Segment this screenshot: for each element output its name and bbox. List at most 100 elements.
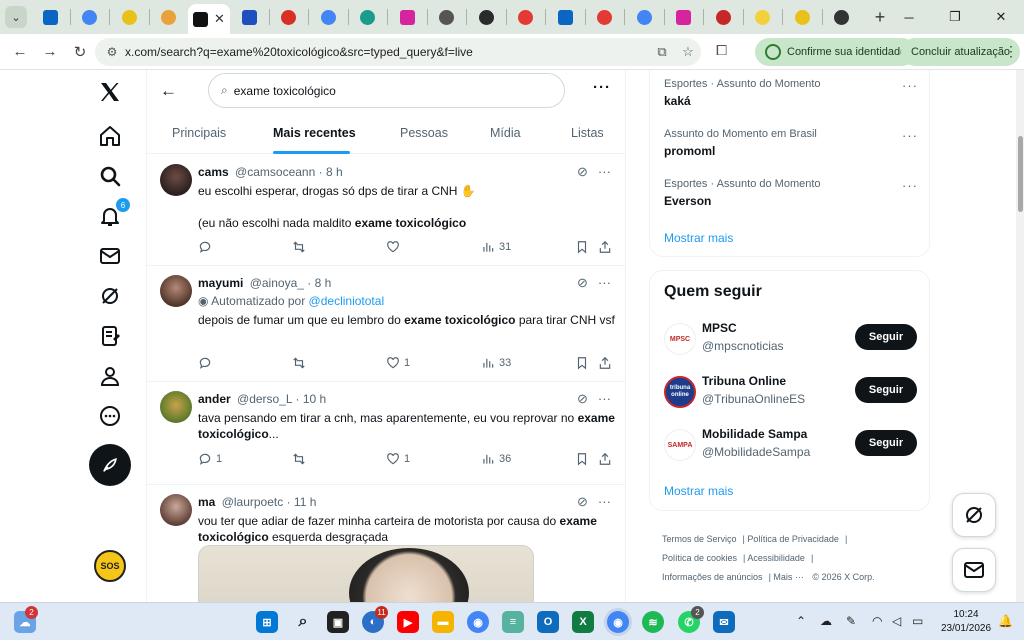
- bookmark-button[interactable]: [575, 452, 589, 466]
- author-handle[interactable]: @laurpoetc: [222, 495, 284, 509]
- tab-principais[interactable]: Principais: [172, 126, 226, 140]
- close-tab-icon[interactable]: ✕: [214, 11, 225, 27]
- post-more-icon[interactable]: ···: [598, 275, 611, 291]
- site-info-icon[interactable]: ⚙: [99, 45, 125, 59]
- mail-icon[interactable]: ✉: [713, 611, 735, 633]
- post-time[interactable]: · 11 h: [287, 495, 317, 509]
- grok-explain-icon[interactable]: ⊘: [577, 164, 588, 180]
- browser-tab[interactable]: [783, 0, 822, 34]
- browser-tab[interactable]: [150, 0, 189, 34]
- chrome-icon[interactable]: ◉: [467, 611, 489, 633]
- browser-tab[interactable]: [744, 0, 783, 34]
- messages-float-button[interactable]: [952, 548, 996, 592]
- views-button[interactable]: 31: [481, 240, 511, 254]
- show-hidden-icons[interactable]: ⌃: [796, 614, 806, 628]
- reply-button[interactable]: [198, 356, 216, 370]
- trend-more-icon[interactable]: ···: [902, 128, 918, 143]
- share-button[interactable]: [598, 240, 612, 254]
- page-scrollbar[interactable]: [1016, 70, 1024, 602]
- follow-suggestion[interactable]: SAMPA Mobilidade Sampa @MobilidadeSampa …: [650, 421, 931, 467]
- system-clock[interactable]: 10:24 23/01/2026: [938, 608, 994, 636]
- messages-envelope-icon[interactable]: [90, 236, 130, 276]
- reply-button[interactable]: 1: [198, 452, 222, 466]
- post-item[interactable]: ma @laurpoetc · 11 h ⊘ ··· vou ter que a…: [147, 485, 625, 602]
- views-button[interactable]: 36: [481, 452, 511, 466]
- grok-icon[interactable]: [90, 276, 130, 316]
- follow-button[interactable]: Seguir: [855, 324, 917, 350]
- browser-menu-icon[interactable]: ⋮: [1004, 43, 1018, 60]
- home-icon[interactable]: [90, 116, 130, 156]
- url-text[interactable]: x.com/search?q=exame%20toxicológico&src=…: [125, 45, 649, 59]
- author-handle[interactable]: @ainoya_: [250, 276, 304, 290]
- share-button[interactable]: [598, 356, 612, 370]
- post-more-icon[interactable]: ···: [598, 164, 611, 180]
- confirm-identity-button[interactable]: Confirme sua identidade: [755, 38, 917, 66]
- trend-item[interactable]: Assunto do Momento em Brasil promoml: [664, 128, 817, 158]
- browser-tab[interactable]: [823, 0, 862, 34]
- notifications-bell-icon[interactable]: 6: [90, 196, 130, 236]
- browser-tab[interactable]: [704, 0, 743, 34]
- account-name[interactable]: MPSC: [702, 321, 737, 335]
- account-handle[interactable]: @TribunaOnlineES: [702, 392, 805, 406]
- follow-button[interactable]: Seguir: [855, 430, 917, 456]
- volume-icon[interactable]: ◁: [892, 614, 901, 628]
- tab-search-menu-button[interactable]: ⌄: [5, 6, 27, 28]
- scrollbar-thumb[interactable]: [1018, 136, 1023, 212]
- author-handle[interactable]: @derso_L: [237, 392, 292, 406]
- notification-center-icon[interactable]: 🔔: [998, 614, 1013, 628]
- share-button[interactable]: [598, 452, 612, 466]
- youtube-icon[interactable]: ▶: [397, 611, 419, 633]
- reply-button[interactable]: [198, 240, 216, 254]
- minimize-button[interactable]: ─: [886, 0, 932, 34]
- task-view-icon[interactable]: ▣: [327, 611, 349, 633]
- like-button[interactable]: [386, 240, 404, 254]
- post-more-icon[interactable]: ···: [598, 494, 611, 510]
- trend-item[interactable]: Esportes · Assunto do Momento kaká: [664, 78, 821, 108]
- cookies-link[interactable]: Política de cookies: [662, 553, 737, 563]
- post-time[interactable]: · 8 h: [307, 276, 331, 290]
- post-time[interactable]: · 10 h: [295, 392, 326, 406]
- bookmark-button[interactable]: [575, 356, 589, 370]
- x-logo-icon[interactable]: [90, 72, 130, 112]
- like-button[interactable]: 1: [386, 452, 410, 466]
- search-query-text[interactable]: exame toxicológico: [234, 84, 336, 98]
- search-icon[interactable]: ⌕: [292, 611, 314, 633]
- forward-button[interactable]: →: [35, 37, 65, 67]
- ads-info-link[interactable]: Informações de anúncios: [662, 572, 763, 582]
- like-button[interactable]: 1: [386, 356, 410, 370]
- bookmark-star-icon[interactable]: ☆: [675, 44, 701, 60]
- excel-icon[interactable]: X: [572, 611, 594, 633]
- wifi-icon[interactable]: ◠: [872, 614, 882, 628]
- extensions-icon[interactable]: ⧠: [716, 42, 727, 59]
- grok-explain-icon[interactable]: ⊘: [577, 275, 588, 291]
- follow-suggestion[interactable]: tribuna online Tribuna Online @TribunaOn…: [650, 368, 931, 414]
- post-time[interactable]: · 8 h: [319, 165, 343, 179]
- reload-button[interactable]: ↻: [65, 37, 95, 67]
- notepad-icon[interactable]: ≡: [502, 611, 524, 633]
- repost-button[interactable]: [292, 356, 310, 370]
- tab-pessoas[interactable]: Pessoas: [400, 126, 448, 140]
- browser-tab[interactable]: [428, 0, 467, 34]
- account-name[interactable]: Mobilidade Sampa: [702, 427, 807, 441]
- account-handle[interactable]: @MobilidadeSampa: [702, 445, 810, 459]
- author-name[interactable]: ander: [198, 392, 231, 406]
- address-bar[interactable]: ⚙ x.com/search?q=exame%20toxicológico&sr…: [95, 38, 701, 66]
- tab-midia[interactable]: Mídia: [490, 126, 521, 140]
- browser-tab[interactable]: [586, 0, 625, 34]
- avatar[interactable]: tribuna online: [664, 376, 696, 408]
- browser-tab[interactable]: [665, 0, 704, 34]
- browser-tab[interactable]: [110, 0, 149, 34]
- post-item[interactable]: cams @camsoceann · 8 h ⊘ ··· eu escolhi …: [147, 155, 625, 266]
- finish-update-button[interactable]: Concluir atualização: [901, 38, 1021, 66]
- compose-post-button[interactable]: [89, 444, 131, 486]
- pen-icon[interactable]: ✎: [846, 614, 856, 628]
- author-name[interactable]: ma: [198, 495, 215, 509]
- chrome-active-icon[interactable]: ◉: [607, 611, 629, 633]
- browser-tab[interactable]: [309, 0, 348, 34]
- repost-button[interactable]: [292, 452, 310, 466]
- grok-explain-icon[interactable]: ⊘: [577, 391, 588, 407]
- avatar[interactable]: [160, 275, 192, 307]
- author-name[interactable]: mayumi: [198, 276, 243, 290]
- who-to-follow-show-more-link[interactable]: Mostrar mais: [664, 484, 733, 498]
- author-handle[interactable]: @camsoceann: [235, 165, 315, 179]
